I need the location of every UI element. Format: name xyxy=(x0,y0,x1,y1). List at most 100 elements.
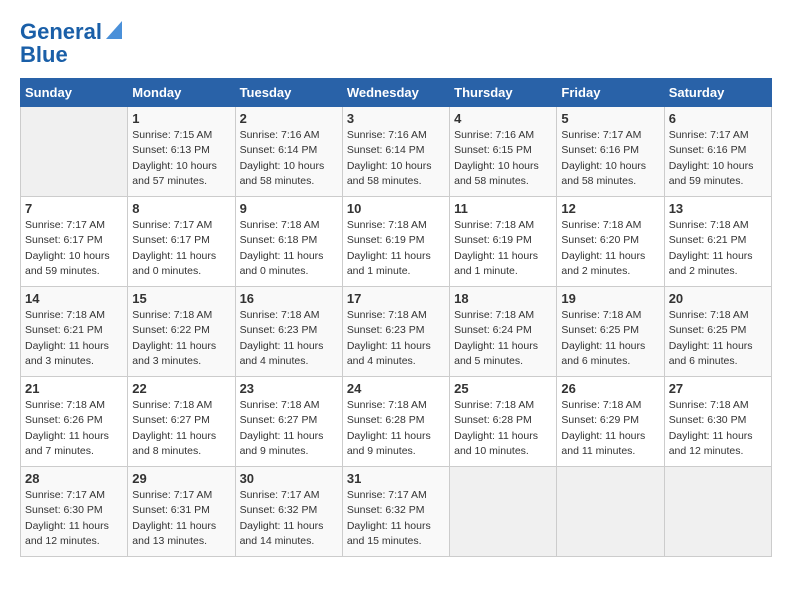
day-info: Sunrise: 7:18 AM Sunset: 6:27 PM Dayligh… xyxy=(132,398,230,459)
calendar-cell: 6 Sunrise: 7:17 AM Sunset: 6:16 PM Daylig… xyxy=(664,107,771,197)
header-day-wednesday: Wednesday xyxy=(342,79,449,107)
day-info: Sunrise: 7:17 AM Sunset: 6:32 PM Dayligh… xyxy=(240,488,338,549)
day-number: 6 xyxy=(669,111,767,126)
logo: General Blue xyxy=(20,20,124,68)
day-info: Sunrise: 7:15 AM Sunset: 6:13 PM Dayligh… xyxy=(132,128,230,189)
calendar-cell: 27 Sunrise: 7:18 AM Sunset: 6:30 PM Dayli… xyxy=(664,377,771,467)
calendar-cell: 31Sunrise: 7:17 AM Sunset: 6:32 PM Dayli… xyxy=(342,467,449,557)
calendar-cell: 9 Sunrise: 7:18 AM Sunset: 6:18 PM Daylig… xyxy=(235,197,342,287)
calendar-cell: 28Sunrise: 7:17 AM Sunset: 6:30 PM Dayli… xyxy=(21,467,128,557)
day-number: 19 xyxy=(561,291,659,306)
calendar-cell: 5 Sunrise: 7:17 AM Sunset: 6:16 PM Daylig… xyxy=(557,107,664,197)
day-number: 29 xyxy=(132,471,230,486)
day-info: Sunrise: 7:16 AM Sunset: 6:15 PM Dayligh… xyxy=(454,128,552,189)
calendar-cell: 15 Sunrise: 7:18 AM Sunset: 6:22 PM Dayli… xyxy=(128,287,235,377)
day-number: 15 xyxy=(132,291,230,306)
day-info: Sunrise: 7:16 AM Sunset: 6:14 PM Dayligh… xyxy=(347,128,445,189)
calendar-cell: 8 Sunrise: 7:17 AM Sunset: 6:17 PM Daylig… xyxy=(128,197,235,287)
header-day-friday: Friday xyxy=(557,79,664,107)
day-info: Sunrise: 7:18 AM Sunset: 6:24 PM Dayligh… xyxy=(454,308,552,369)
calendar-cell xyxy=(664,467,771,557)
day-info: Sunrise: 7:18 AM Sunset: 6:26 PM Dayligh… xyxy=(25,398,123,459)
calendar-cell: 25Sunrise: 7:18 AM Sunset: 6:28 PM Dayli… xyxy=(450,377,557,467)
calendar-cell: 16 Sunrise: 7:18 AM Sunset: 6:23 PM Dayli… xyxy=(235,287,342,377)
day-number: 24 xyxy=(347,381,445,396)
day-number: 23 xyxy=(240,381,338,396)
week-row-3: 14 Sunrise: 7:18 AM Sunset: 6:21 PM Dayli… xyxy=(21,287,772,377)
day-info: Sunrise: 7:18 AM Sunset: 6:21 PM Dayligh… xyxy=(669,218,767,279)
day-number: 22 xyxy=(132,381,230,396)
calendar-cell: 29 Sunrise: 7:17 AM Sunset: 6:31 PM Dayli… xyxy=(128,467,235,557)
calendar-table: SundayMondayTuesdayWednesdayThursdayFrid… xyxy=(20,78,772,557)
calendar-cell xyxy=(21,107,128,197)
calendar-cell: 7 Sunrise: 7:17 AM Sunset: 6:17 PM Daylig… xyxy=(21,197,128,287)
header-day-sunday: Sunday xyxy=(21,79,128,107)
day-info: Sunrise: 7:18 AM Sunset: 6:27 PM Dayligh… xyxy=(240,398,338,459)
day-info: Sunrise: 7:18 AM Sunset: 6:18 PM Dayligh… xyxy=(240,218,338,279)
day-number: 17 xyxy=(347,291,445,306)
calendar-cell: 11 Sunrise: 7:18 AM Sunset: 6:19 PM Dayli… xyxy=(450,197,557,287)
calendar-cell: 13 Sunrise: 7:18 AM Sunset: 6:21 PM Dayli… xyxy=(664,197,771,287)
logo-icon xyxy=(104,19,124,41)
day-number: 8 xyxy=(132,201,230,216)
calendar-cell: 20 Sunrise: 7:18 AM Sunset: 6:25 PM Dayli… xyxy=(664,287,771,377)
day-info: Sunrise: 7:18 AM Sunset: 6:23 PM Dayligh… xyxy=(240,308,338,369)
calendar-cell: 23 Sunrise: 7:18 AM Sunset: 6:27 PM Dayli… xyxy=(235,377,342,467)
day-info: Sunrise: 7:17 AM Sunset: 6:31 PM Dayligh… xyxy=(132,488,230,549)
calendar-header-row: SundayMondayTuesdayWednesdayThursdayFrid… xyxy=(21,79,772,107)
day-info: Sunrise: 7:18 AM Sunset: 6:19 PM Dayligh… xyxy=(347,218,445,279)
header-day-thursday: Thursday xyxy=(450,79,557,107)
day-number: 21 xyxy=(25,381,123,396)
day-number: 10 xyxy=(347,201,445,216)
week-row-1: 1 Sunrise: 7:15 AM Sunset: 6:13 PM Daylig… xyxy=(21,107,772,197)
calendar-cell: 30 Sunrise: 7:17 AM Sunset: 6:32 PM Dayli… xyxy=(235,467,342,557)
header-day-monday: Monday xyxy=(128,79,235,107)
day-info: Sunrise: 7:18 AM Sunset: 6:23 PM Dayligh… xyxy=(347,308,445,369)
day-info: Sunrise: 7:17 AM Sunset: 6:17 PM Dayligh… xyxy=(132,218,230,279)
day-info: Sunrise: 7:17 AM Sunset: 6:16 PM Dayligh… xyxy=(669,128,767,189)
calendar-cell: 24 Sunrise: 7:18 AM Sunset: 6:28 PM Dayli… xyxy=(342,377,449,467)
day-info: Sunrise: 7:18 AM Sunset: 6:30 PM Dayligh… xyxy=(669,398,767,459)
day-number: 30 xyxy=(240,471,338,486)
day-number: 9 xyxy=(240,201,338,216)
week-row-5: 28Sunrise: 7:17 AM Sunset: 6:30 PM Dayli… xyxy=(21,467,772,557)
day-number: 4 xyxy=(454,111,552,126)
day-number: 26 xyxy=(561,381,659,396)
calendar-cell: 2Sunrise: 7:16 AM Sunset: 6:14 PM Daylig… xyxy=(235,107,342,197)
day-info: Sunrise: 7:18 AM Sunset: 6:22 PM Dayligh… xyxy=(132,308,230,369)
day-number: 7 xyxy=(25,201,123,216)
day-number: 20 xyxy=(669,291,767,306)
day-info: Sunrise: 7:18 AM Sunset: 6:29 PM Dayligh… xyxy=(561,398,659,459)
week-row-4: 21 Sunrise: 7:18 AM Sunset: 6:26 PM Dayli… xyxy=(21,377,772,467)
calendar-cell: 21 Sunrise: 7:18 AM Sunset: 6:26 PM Dayli… xyxy=(21,377,128,467)
day-number: 27 xyxy=(669,381,767,396)
page-header: General Blue xyxy=(20,20,772,68)
calendar-cell: 4 Sunrise: 7:16 AM Sunset: 6:15 PM Daylig… xyxy=(450,107,557,197)
day-number: 1 xyxy=(132,111,230,126)
calendar-cell: 26 Sunrise: 7:18 AM Sunset: 6:29 PM Dayli… xyxy=(557,377,664,467)
day-number: 12 xyxy=(561,201,659,216)
calendar-cell: 10 Sunrise: 7:18 AM Sunset: 6:19 PM Dayli… xyxy=(342,197,449,287)
day-number: 11 xyxy=(454,201,552,216)
header-day-tuesday: Tuesday xyxy=(235,79,342,107)
calendar-cell: 18Sunrise: 7:18 AM Sunset: 6:24 PM Dayli… xyxy=(450,287,557,377)
day-info: Sunrise: 7:18 AM Sunset: 6:19 PM Dayligh… xyxy=(454,218,552,279)
day-number: 16 xyxy=(240,291,338,306)
day-number: 14 xyxy=(25,291,123,306)
day-info: Sunrise: 7:18 AM Sunset: 6:20 PM Dayligh… xyxy=(561,218,659,279)
calendar-cell: 14 Sunrise: 7:18 AM Sunset: 6:21 PM Dayli… xyxy=(21,287,128,377)
day-info: Sunrise: 7:18 AM Sunset: 6:28 PM Dayligh… xyxy=(454,398,552,459)
day-info: Sunrise: 7:18 AM Sunset: 6:28 PM Dayligh… xyxy=(347,398,445,459)
day-info: Sunrise: 7:16 AM Sunset: 6:14 PM Dayligh… xyxy=(240,128,338,189)
calendar-cell: 3 Sunrise: 7:16 AM Sunset: 6:14 PM Daylig… xyxy=(342,107,449,197)
day-number: 28 xyxy=(25,471,123,486)
day-info: Sunrise: 7:17 AM Sunset: 6:17 PM Dayligh… xyxy=(25,218,123,279)
day-info: Sunrise: 7:17 AM Sunset: 6:32 PM Dayligh… xyxy=(347,488,445,549)
day-number: 13 xyxy=(669,201,767,216)
day-info: Sunrise: 7:17 AM Sunset: 6:16 PM Dayligh… xyxy=(561,128,659,189)
day-info: Sunrise: 7:18 AM Sunset: 6:21 PM Dayligh… xyxy=(25,308,123,369)
day-info: Sunrise: 7:18 AM Sunset: 6:25 PM Dayligh… xyxy=(669,308,767,369)
day-number: 3 xyxy=(347,111,445,126)
week-row-2: 7 Sunrise: 7:17 AM Sunset: 6:17 PM Daylig… xyxy=(21,197,772,287)
day-number: 5 xyxy=(561,111,659,126)
